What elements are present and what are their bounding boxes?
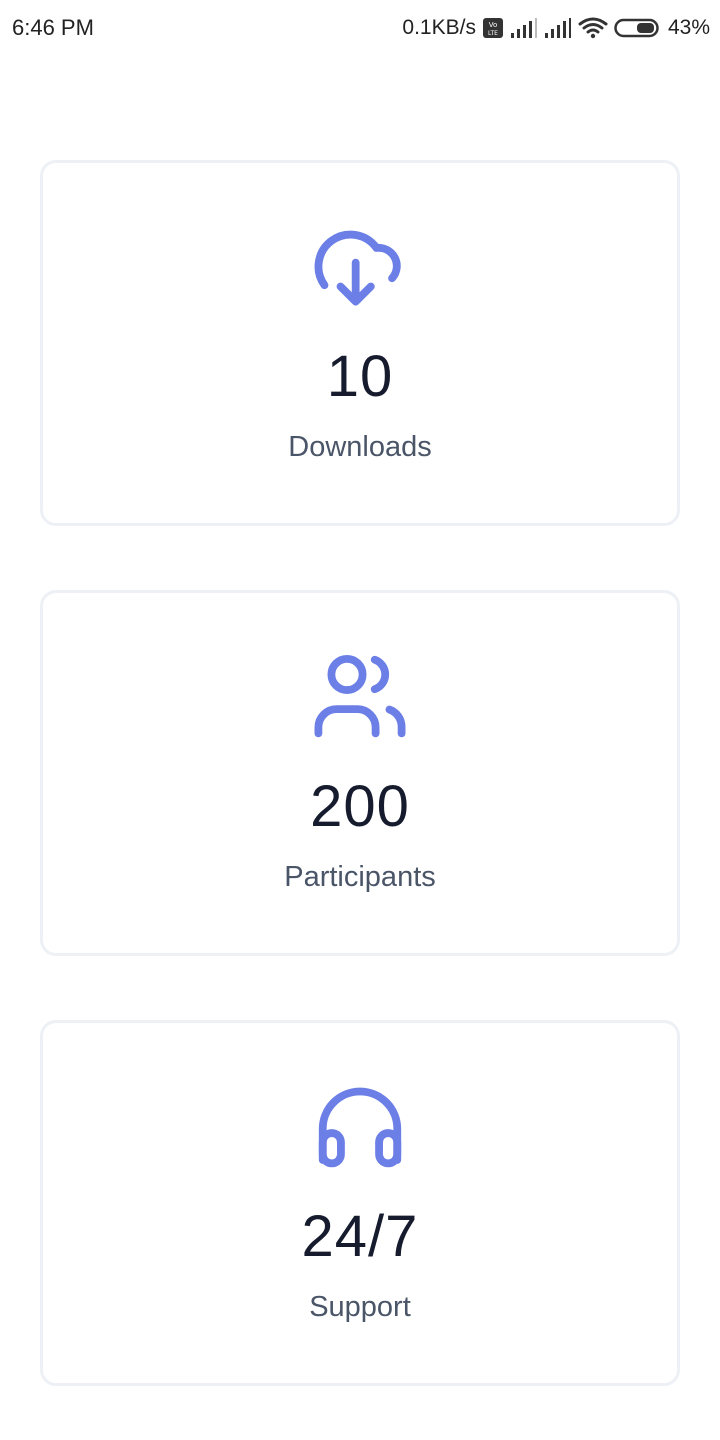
participants-value: 200 bbox=[310, 774, 410, 839]
status-bar: 6:46 PM 0.1KB/s Vo LTE 43% bbox=[0, 0, 720, 56]
battery-icon bbox=[614, 17, 662, 39]
stat-card-participants: 200 Participants bbox=[40, 590, 680, 956]
downloads-label: Downloads bbox=[288, 431, 432, 463]
headphones-icon bbox=[308, 1075, 412, 1179]
support-value: 24/7 bbox=[301, 1204, 419, 1269]
wifi-icon bbox=[578, 17, 608, 39]
status-indicators: 0.1KB/s Vo LTE 43% bbox=[402, 16, 710, 40]
svg-text:LTE: LTE bbox=[488, 30, 498, 37]
downloads-value: 10 bbox=[326, 344, 394, 409]
support-label: Support bbox=[309, 1291, 411, 1323]
battery-percent: 43% bbox=[667, 16, 710, 39]
users-icon bbox=[308, 645, 412, 749]
svg-text:Vo: Vo bbox=[489, 21, 498, 29]
volte-icon: Vo LTE bbox=[482, 17, 504, 39]
network-speed: 0.1KB/s bbox=[402, 16, 476, 39]
participants-label: Participants bbox=[284, 861, 436, 893]
signal-icon bbox=[510, 17, 538, 39]
status-time: 6:46 PM bbox=[12, 15, 94, 40]
stat-card-support: 24/7 Support bbox=[40, 1020, 680, 1386]
cloud-download-icon bbox=[308, 215, 412, 319]
signal-icon bbox=[544, 17, 572, 39]
stat-card-downloads: 10 Downloads bbox=[40, 160, 680, 526]
